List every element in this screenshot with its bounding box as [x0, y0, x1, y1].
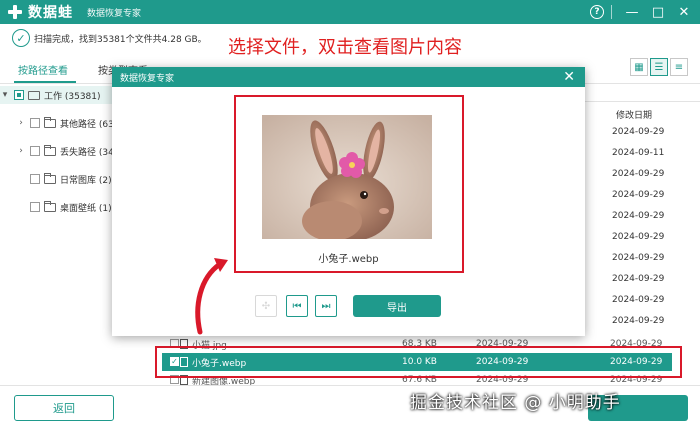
divider — [611, 5, 612, 19]
folder-icon — [44, 200, 56, 212]
minimize-button[interactable]: — — [622, 2, 642, 22]
modified-date-cell: 2024-09-29 — [612, 211, 665, 221]
modified-date-cell: 2024-09-29 — [612, 169, 665, 179]
help-button[interactable]: ? — [587, 2, 607, 22]
close-window-button[interactable]: ✕ — [674, 2, 694, 22]
modified-date-cell: 2024-09-29 — [612, 232, 665, 242]
check-circle-icon: ✓ — [12, 29, 30, 47]
tab-by-path[interactable]: 按路径查看 — [18, 62, 68, 77]
modified-date-cell: 2024-09-11 — [612, 148, 665, 158]
tree-item-other-paths[interactable]: › 其他路径 (637 — [16, 114, 120, 132]
tree-item-label: 日常图库 (2) — [60, 175, 112, 186]
folder-icon — [44, 116, 56, 128]
detail-icon: ≡ — [674, 61, 684, 73]
help-icon: ? — [590, 5, 604, 19]
dialog-close-button[interactable]: ✕ — [563, 69, 575, 85]
modified-date-cell: 2024-09-29 — [612, 295, 665, 305]
app-logo-icon — [6, 3, 24, 21]
skip-forward-icon: ⏭ — [321, 300, 331, 312]
detail-view-button[interactable]: ≡ — [670, 58, 688, 76]
title-bar: 数据蛙 数据恢复专家 ? — □ ✕ — [0, 0, 700, 24]
zoom-button[interactable]: ✣ — [255, 295, 277, 317]
chevron-right-icon[interactable]: › — [16, 118, 26, 128]
drive-icon — [28, 90, 40, 100]
dialog-title: 数据恢复专家 — [120, 73, 175, 84]
maximize-button[interactable]: □ — [648, 2, 668, 22]
preview-dialog: 数据恢复专家 ✕ 小兔子.webp ✣ ⏮ ⏭ 导出 — [112, 67, 585, 336]
export-button[interactable]: 导出 — [353, 295, 441, 317]
modified-date-cell: 2024-09-29 — [612, 127, 665, 137]
folder-icon — [44, 172, 56, 184]
tree-item-lost-paths[interactable]: › 丢失路径 (346 — [16, 142, 120, 160]
highlight-box-selected-row — [155, 346, 682, 378]
back-button[interactable]: 返回 — [14, 395, 114, 421]
move-icon: ✣ — [261, 300, 271, 312]
tree-checkbox[interactable] — [30, 146, 40, 156]
chevron-down-icon[interactable]: ▾ — [0, 90, 10, 100]
scan-status-text: 扫描完成，找到35381个文件共4.28 GB。 — [34, 34, 207, 45]
grid-icon: ▦ — [634, 61, 644, 73]
next-button[interactable]: ⏭ — [315, 295, 337, 317]
tree-checkbox[interactable] — [30, 174, 40, 184]
app-name: 数据蛙 — [28, 5, 73, 21]
dialog-title-bar: 数据恢复专家 ✕ — [112, 67, 585, 87]
modified-date-cell: 2024-09-29 — [612, 274, 665, 284]
column-modified-date[interactable]: 修改日期 — [616, 108, 652, 121]
tree-item-wallpaper[interactable]: 桌面壁纸 (1) — [26, 198, 112, 216]
tree-item-daily-gallery[interactable]: 日常图库 (2) — [26, 170, 112, 188]
modified-date-cell: 2024-09-29 — [612, 316, 665, 326]
active-tab-indicator — [14, 81, 76, 83]
tree-item-label: 丢失路径 (346 — [60, 147, 120, 158]
chevron-right-icon[interactable]: › — [16, 146, 26, 156]
modified-date-cell: 2024-09-29 — [612, 190, 665, 200]
tree-item-label: 桌面壁纸 (1) — [60, 203, 112, 214]
watermark-text: 掘金技术社区 @ 小明助手 — [410, 393, 621, 413]
annotation-arrow-icon — [195, 258, 228, 335]
tree-root-label: 工作 (35381) — [44, 91, 101, 102]
list-view-button[interactable]: ☰ — [650, 58, 668, 76]
highlight-box-preview — [234, 95, 464, 273]
tree-checkbox[interactable] — [30, 118, 40, 128]
tree-checkbox[interactable] — [14, 90, 24, 100]
tree-item-label: 其他路径 (637 — [60, 119, 120, 130]
modified-date-cell: 2024-09-29 — [612, 253, 665, 263]
tree-checkbox[interactable] — [30, 202, 40, 212]
folder-icon — [44, 144, 56, 156]
list-icon: ☰ — [654, 61, 664, 73]
skip-back-icon: ⏮ — [292, 300, 302, 312]
previous-button[interactable]: ⏮ — [286, 295, 308, 317]
grid-view-button[interactable]: ▦ — [630, 58, 648, 76]
app-subtitle: 数据恢复专家 — [87, 8, 142, 19]
